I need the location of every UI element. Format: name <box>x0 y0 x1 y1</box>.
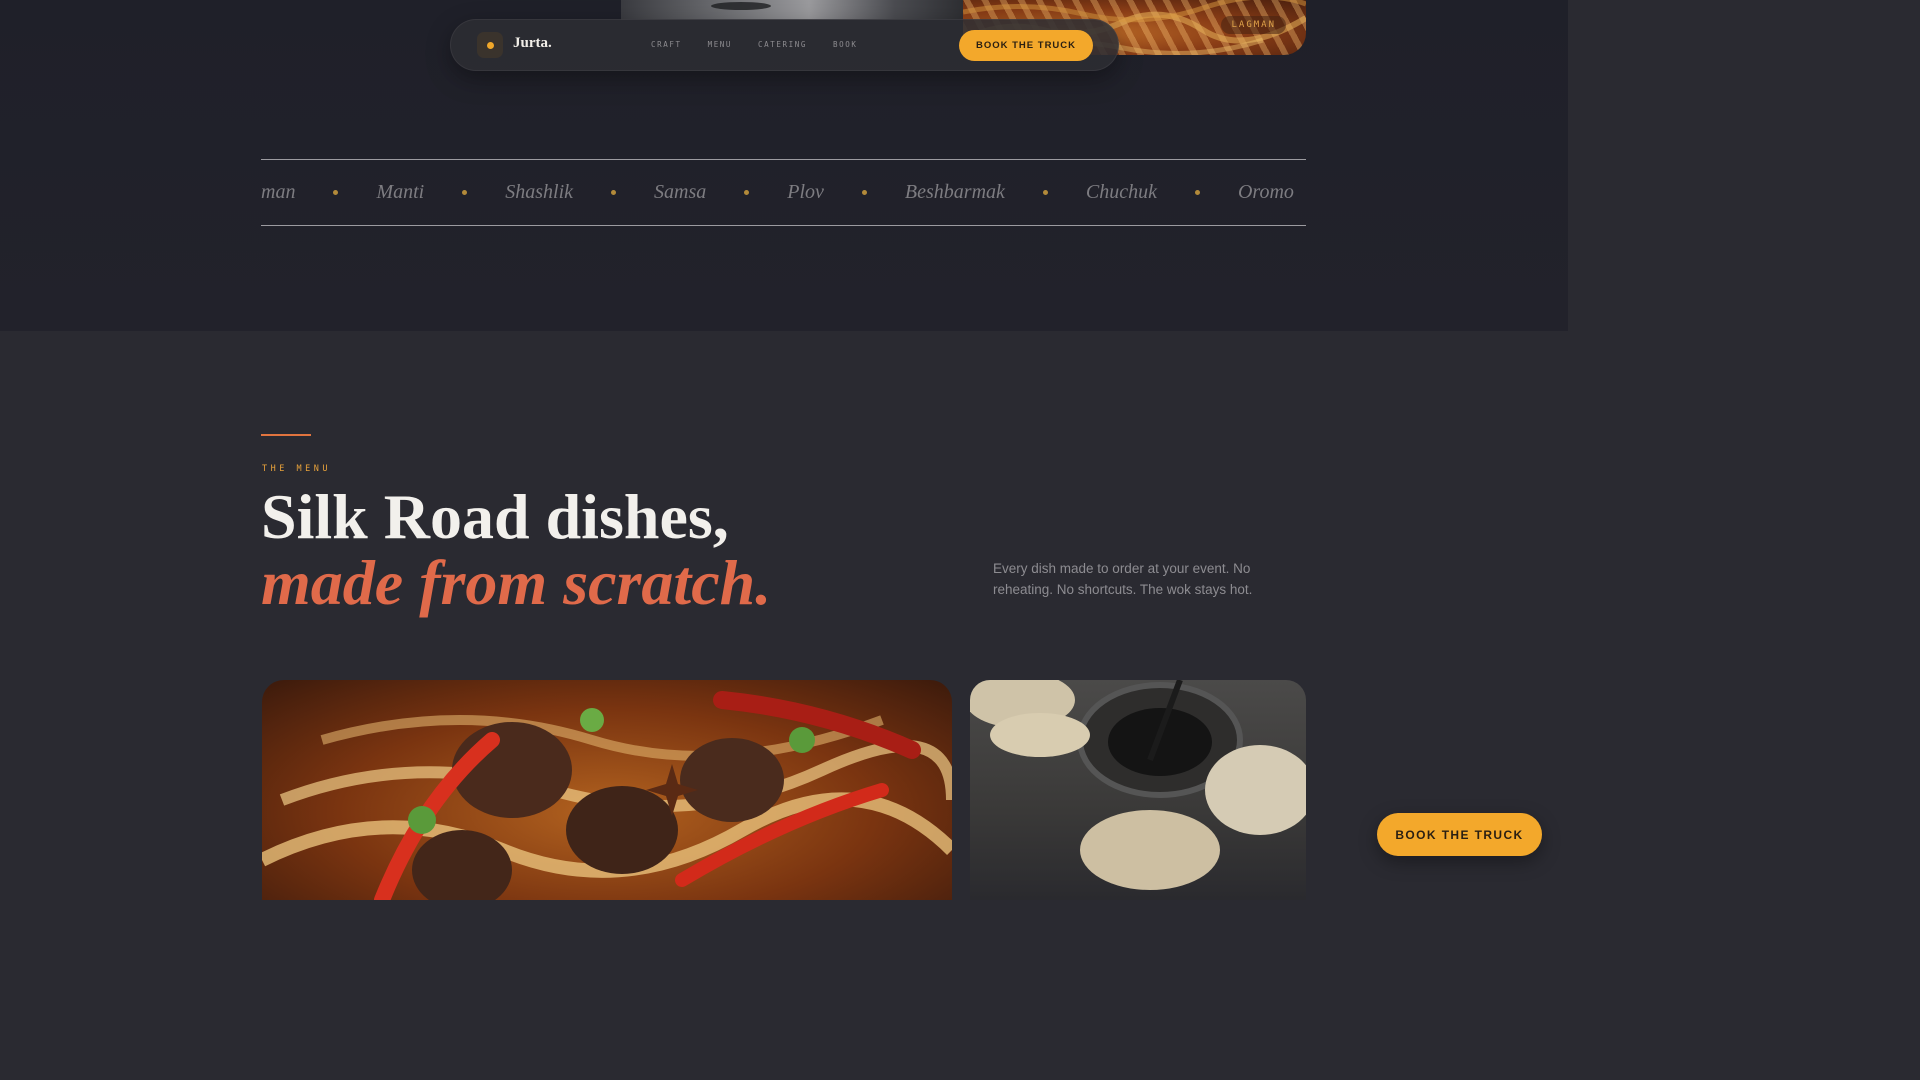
marquee-track: man Manti Shashlik Samsa Plov Beshbarmak… <box>261 181 1294 204</box>
brand-logo-icon[interactable] <box>477 32 503 58</box>
main-nav: Jurta. CRAFT MENU CATERING BOOK BOOK THE… <box>450 19 1119 71</box>
section-description: Every dish made to order at your event. … <box>993 561 1253 597</box>
marquee-item: Beshbarmak <box>904 181 1005 203</box>
separator-dot-icon <box>861 190 867 195</box>
section-headline-accent: made from scratch. <box>261 547 772 618</box>
brand-name[interactable]: Jurta. <box>513 35 552 52</box>
nav-links: CRAFT MENU CATERING BOOK <box>651 40 857 49</box>
marquee-item: Chuchuk <box>1085 181 1157 203</box>
nav-link-craft[interactable]: CRAFT <box>651 40 682 49</box>
marquee-item: Manti <box>376 181 425 203</box>
book-truck-button[interactable]: BOOK THE TRUCK <box>959 30 1093 61</box>
dish-marquee: man Manti Shashlik Samsa Plov Beshbarmak… <box>261 159 1306 226</box>
section-headline: Silk Road dishes, <box>261 481 729 552</box>
marquee-item: man <box>261 181 296 203</box>
lagman-illustration <box>262 691 952 900</box>
separator-dot-icon <box>1194 190 1200 195</box>
separator-dot-icon <box>1042 190 1048 195</box>
section-accent-rule <box>261 434 311 436</box>
dish-image-lagman <box>262 680 952 900</box>
nav-link-menu[interactable]: MENU <box>708 40 732 49</box>
brand-dot-icon <box>486 41 494 49</box>
marquee-item: Samsa <box>654 181 707 203</box>
section-eyebrow: THE MENU <box>262 464 331 474</box>
separator-dot-icon <box>333 190 339 195</box>
marquee-item: Oromo <box>1237 181 1294 203</box>
separator-dot-icon <box>462 190 468 195</box>
dish-tag: LAGMAN <box>1221 16 1286 34</box>
tandoor-illustration <box>970 680 1306 890</box>
nav-link-catering[interactable]: CATERING <box>758 40 807 49</box>
marquee-item: Shashlik <box>505 181 574 203</box>
floating-book-truck-button[interactable]: BOOK THE TRUCK <box>1377 813 1542 856</box>
marquee-item: Plov <box>787 181 824 203</box>
separator-dot-icon <box>744 190 750 195</box>
dish-image-tandoor <box>970 680 1306 900</box>
separator-dot-icon <box>611 190 617 195</box>
hero-image-left <box>621 0 963 20</box>
nav-link-book[interactable]: BOOK <box>833 40 857 49</box>
